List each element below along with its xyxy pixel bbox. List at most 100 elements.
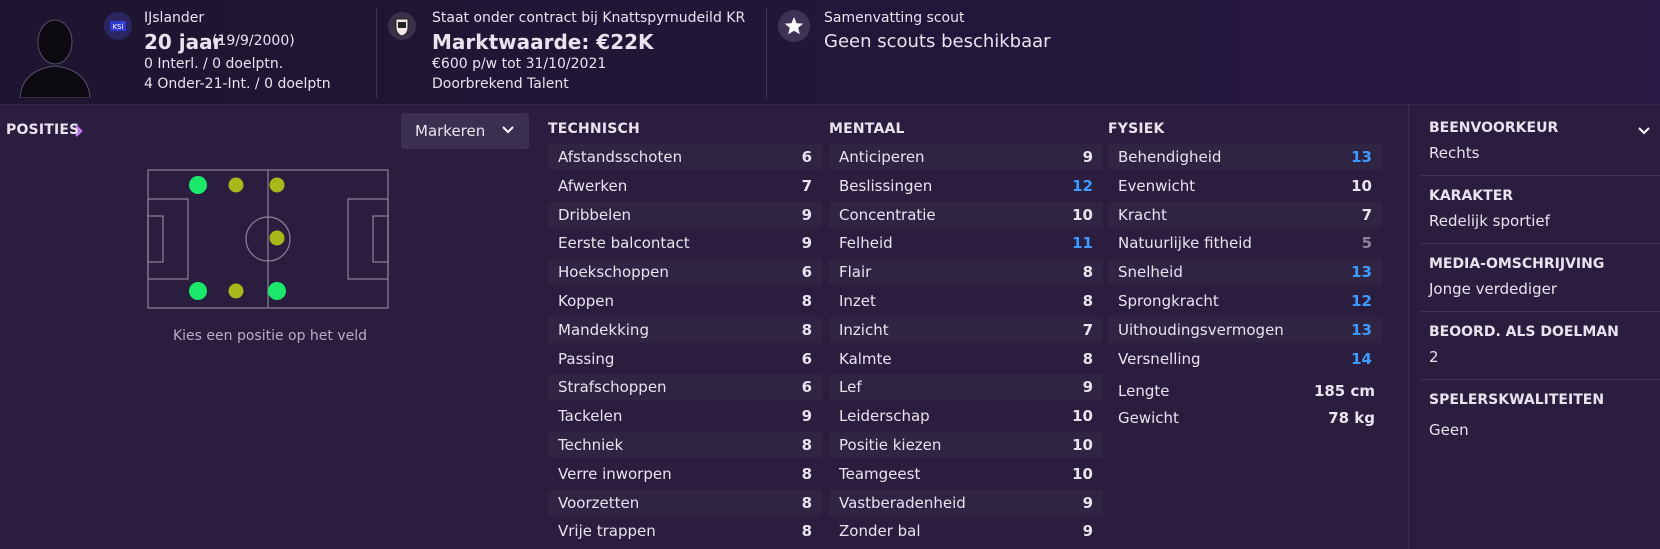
- attribute-row[interactable]: Passing 6: [548, 346, 822, 372]
- attribute-row[interactable]: Positie kiezen 10: [829, 432, 1103, 458]
- attribute-value: 14: [1351, 349, 1372, 368]
- attribute-name: Natuurlijke fitheid: [1118, 234, 1252, 253]
- attribute-name: Inzicht: [839, 320, 889, 339]
- attribute-row[interactable]: Concentratie 10: [829, 201, 1103, 228]
- player-header: KSÍ IJslander 20 jaar (19/9/2000) 0 Inte…: [0, 0, 1660, 105]
- position-dot-natural[interactable]: [189, 282, 207, 300]
- attribute-value: 10: [1072, 436, 1093, 454]
- attribute-row[interactable]: Voorzetten 8: [548, 489, 822, 516]
- attribute-name: Felheid: [839, 234, 893, 253]
- attribute-name: Leiderschap: [839, 407, 930, 426]
- attribute-value: 5: [1361, 234, 1372, 253]
- attribute-row[interactable]: Mandekking 8: [548, 316, 822, 343]
- position-dot-accomplished[interactable]: [228, 177, 244, 193]
- divider: [1421, 379, 1660, 380]
- position-hint: Kies een positie op het veld: [172, 328, 368, 344]
- attribute-value: 8: [801, 292, 812, 310]
- attribute-value: 8: [801, 522, 812, 541]
- attribute-row[interactable]: Dribbelen 9: [548, 201, 822, 228]
- attribute-row[interactable]: Vrije trappen 8: [548, 518, 822, 544]
- mark-button[interactable]: Markeren: [401, 113, 529, 149]
- attribute-name: Teamgeest: [839, 464, 921, 483]
- market-value: Marktwaarde: €22K: [432, 30, 654, 54]
- position-dot-accomplished[interactable]: [228, 283, 244, 299]
- club-crest-icon[interactable]: [388, 12, 416, 40]
- attribute-name: Behendigheid: [1118, 148, 1222, 166]
- attribute-row[interactable]: Kalmte 8: [829, 346, 1103, 372]
- attribute-name: Afwerken: [558, 176, 628, 195]
- position-dot-accomplished[interactable]: [269, 230, 285, 246]
- attribute-row[interactable]: Techniek 8: [548, 432, 822, 458]
- mark-button-label: Markeren: [415, 122, 486, 140]
- attribute-name: Evenwicht: [1118, 176, 1196, 195]
- attribute-row[interactable]: Tackelen 9: [548, 403, 822, 429]
- attribute-row[interactable]: Felheid 11: [829, 230, 1103, 256]
- attribute-name: Vastberadenheid: [839, 493, 966, 512]
- attribute-row[interactable]: Kracht 7: [1108, 201, 1382, 228]
- contract-text[interactable]: Staat onder contract bij Knattspyrnudeil…: [432, 10, 745, 26]
- attribute-name: Kalmte: [839, 349, 892, 368]
- attribute-row[interactable]: Sprongkracht 12: [1108, 288, 1382, 314]
- attribute-row[interactable]: Evenwicht 10: [1108, 173, 1382, 199]
- attribute-value: 8: [1082, 292, 1093, 310]
- divider: [1421, 175, 1660, 176]
- chevron-down-icon[interactable]: [1637, 126, 1651, 136]
- attribute-row[interactable]: Hoekschoppen 6: [548, 259, 822, 286]
- physical-title: FYSIEK: [1108, 121, 1165, 137]
- goalkeeper-rating-title: BEOORD. ALS DOELMAN: [1429, 324, 1619, 340]
- attribute-row[interactable]: Flair 8: [829, 259, 1103, 286]
- attribute-row[interactable]: Inzicht 7: [829, 316, 1103, 343]
- attribute-row[interactable]: Snelheid 13: [1108, 259, 1382, 286]
- attribute-row[interactable]: Beslissingen 12: [829, 173, 1103, 199]
- u21-caps: 4 Onder-21-Int. / 0 doelptn: [144, 76, 331, 92]
- position-dot-natural[interactable]: [189, 176, 207, 194]
- attribute-row[interactable]: Verre inworpen 8: [548, 461, 822, 487]
- chevron-right-icon[interactable]: [74, 124, 84, 138]
- attribute-row[interactable]: Anticiperen 9: [829, 144, 1103, 170]
- technical-title: TECHNISCH: [548, 121, 640, 137]
- attribute-row[interactable]: Uithoudingsvermogen 13: [1108, 316, 1382, 343]
- divider: [1421, 311, 1660, 312]
- attribute-name: Snelheid: [1118, 263, 1183, 282]
- position-dot-accomplished[interactable]: [269, 177, 285, 193]
- attribute-value: 13: [1351, 148, 1372, 166]
- attribute-row[interactable]: Afwerken 7: [548, 173, 822, 199]
- attribute-value: 6: [801, 378, 812, 397]
- positions-label[interactable]: POSITIES: [6, 122, 79, 138]
- preferred-foot-value: Rechts: [1429, 144, 1480, 162]
- svg-text:KSÍ: KSÍ: [112, 22, 123, 31]
- attribute-value: 6: [801, 349, 812, 368]
- pitch-diagram[interactable]: [147, 169, 389, 309]
- attribute-value: 8: [801, 320, 812, 339]
- attribute-name: Passing: [558, 349, 615, 368]
- attribute-name: Hoekschoppen: [558, 263, 669, 282]
- attribute-value: 12: [1351, 292, 1372, 310]
- attribute-row[interactable]: Teamgeest 10: [829, 461, 1103, 487]
- attribute-value: 13: [1351, 263, 1372, 282]
- attribute-row[interactable]: Behendigheid 13: [1108, 144, 1382, 170]
- attribute-row[interactable]: Versnelling 14: [1108, 346, 1382, 372]
- attribute-row[interactable]: Inzet 8: [829, 288, 1103, 314]
- attribute-value: 10: [1072, 407, 1093, 426]
- attribute-name: Mandekking: [558, 320, 649, 339]
- attribute-row[interactable]: Eerste balcontact 9: [548, 230, 822, 256]
- attribute-row[interactable]: Leiderschap 10: [829, 403, 1103, 429]
- media-description-title: MEDIA-OMSCHRIJVING: [1429, 256, 1605, 272]
- attribute-row[interactable]: Zonder bal 9: [829, 518, 1103, 544]
- attribute-row[interactable]: Strafschoppen 6: [548, 374, 822, 401]
- chevron-down-icon: [502, 126, 514, 134]
- attribute-row[interactable]: Vastberadenheid 9: [829, 489, 1103, 516]
- attribute-value: 12: [1072, 176, 1093, 195]
- attribute-row[interactable]: Afstandsschoten 6: [548, 144, 822, 170]
- height-value: 185 cm: [1313, 382, 1375, 400]
- attribute-name: Zonder bal: [839, 522, 921, 541]
- attribute-value: 13: [1351, 320, 1372, 339]
- header-divider: [376, 8, 377, 98]
- attribute-value: 9: [1082, 493, 1093, 512]
- attribute-row[interactable]: Natuurlijke fitheid 5: [1108, 230, 1382, 256]
- attribute-value: 9: [801, 234, 812, 253]
- attribute-value: 7: [801, 176, 812, 195]
- position-dot-natural[interactable]: [268, 282, 286, 300]
- attribute-row[interactable]: Lef 9: [829, 374, 1103, 401]
- attribute-row[interactable]: Koppen 8: [548, 288, 822, 314]
